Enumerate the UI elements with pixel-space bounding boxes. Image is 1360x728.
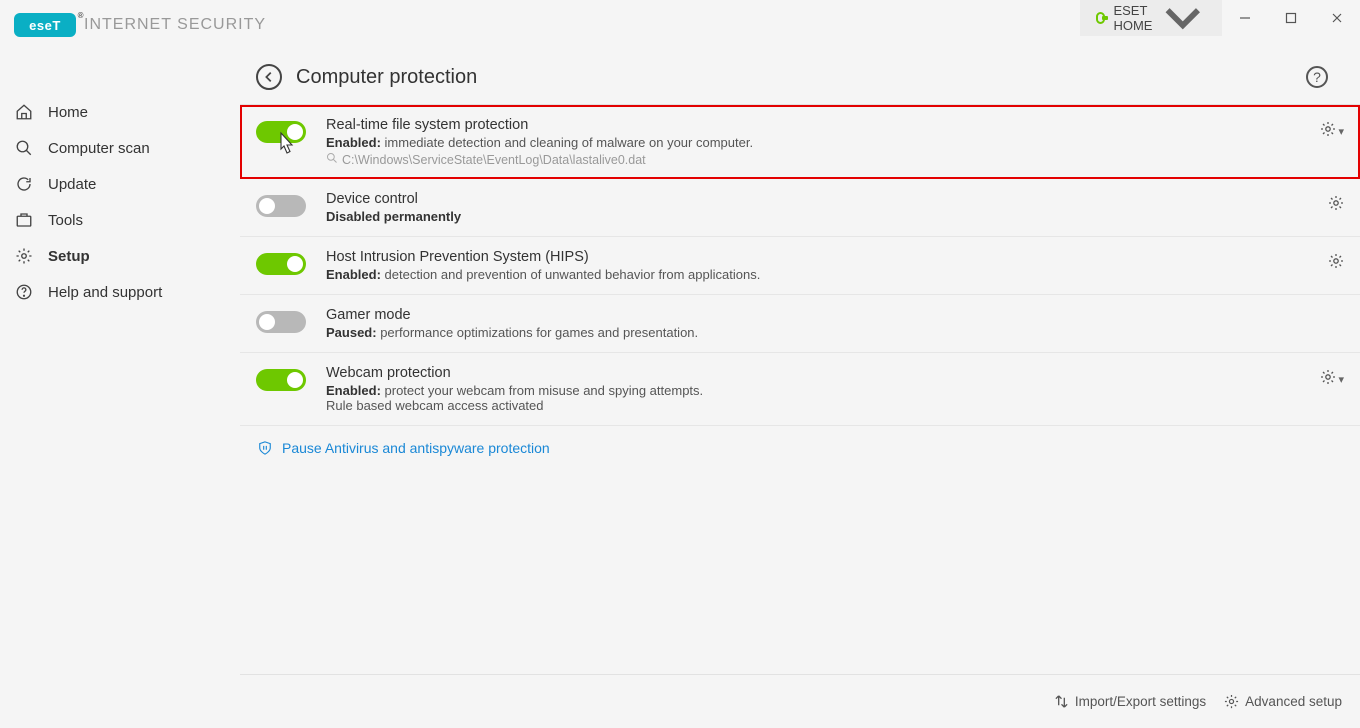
protection-row: Gamer mode Paused: performance optimizati… — [240, 295, 1360, 353]
advanced-setup-button[interactable]: Advanced setup — [1224, 694, 1342, 709]
protection-row: Device control Disabled permanently — [240, 179, 1360, 237]
sidebar: Home Computer scan Update Tools Setup He… — [0, 94, 240, 310]
advanced-setup-label: Advanced setup — [1245, 694, 1342, 709]
import-export-label: Import/Export settings — [1075, 694, 1206, 709]
briefcase-icon — [14, 211, 34, 229]
row-title: Gamer mode — [326, 307, 1344, 323]
sidebar-item-help[interactable]: Help and support — [0, 274, 240, 310]
row-title: Host Intrusion Prevention System (HIPS) — [326, 249, 1328, 265]
row-title: Real-time file system protection — [326, 117, 1320, 133]
toggle-switch[interactable] — [256, 121, 306, 143]
row-detail-text: C:\Windows\ServiceState\EventLog\Data\la… — [342, 153, 646, 167]
sidebar-item-home[interactable]: Home — [0, 94, 240, 130]
protection-row: Real-time file system protection Enabled:… — [240, 105, 1360, 179]
arrow-left-icon — [262, 70, 276, 84]
row-status: Enabled: detection and prevention of unw… — [326, 267, 1328, 282]
sidebar-item-label: Setup — [48, 248, 90, 265]
gear-icon — [14, 247, 34, 265]
pause-antivirus-link[interactable]: Pause Antivirus and antispyware protecti… — [240, 426, 1360, 470]
page-title: Computer protection — [296, 66, 477, 89]
titlebar-controls: ESET HOME — [1080, 0, 1360, 36]
row-status: Enabled: immediate detection and cleanin… — [326, 135, 1320, 150]
toggle-switch[interactable] — [256, 311, 306, 333]
eset-logo-icon: eseT — [14, 13, 76, 37]
row-detail: C:\Windows\ServiceState\EventLog\Data\la… — [326, 152, 1320, 167]
sidebar-item-setup[interactable]: Setup — [0, 238, 240, 274]
sidebar-item-update[interactable]: Update — [0, 166, 240, 202]
refresh-icon — [14, 175, 34, 193]
home-icon — [14, 103, 34, 121]
row-settings-button[interactable] — [1320, 121, 1336, 142]
shield-pause-icon — [258, 441, 272, 455]
main-panel: Computer protection ? Real-time file sys… — [240, 56, 1360, 674]
search-icon — [14, 139, 34, 157]
row-settings-button[interactable] — [1328, 195, 1344, 216]
brand-logo: eseT INTERNET SECURITY — [14, 13, 266, 37]
help-button[interactable]: ? — [1306, 66, 1328, 88]
eset-home-button[interactable]: ESET HOME — [1080, 0, 1222, 36]
pause-link-label: Pause Antivirus and antispyware protecti… — [282, 440, 550, 456]
chevron-down-icon — [1160, 0, 1206, 41]
sidebar-item-scan[interactable]: Computer scan — [0, 130, 240, 166]
toggle-switch[interactable] — [256, 369, 306, 391]
search-icon — [326, 152, 338, 167]
link-icon — [1096, 12, 1106, 24]
window-maximize-button[interactable] — [1268, 0, 1314, 36]
row-settings-button[interactable] — [1320, 369, 1336, 390]
row-status: Enabled: protect your webcam from misuse… — [326, 383, 1320, 398]
chevron-down-icon[interactable]: ▾ — [1338, 373, 1344, 386]
footer: Import/Export settings Advanced setup — [240, 674, 1360, 728]
toggle-switch[interactable] — [256, 195, 306, 217]
sidebar-item-label: Home — [48, 104, 88, 121]
sidebar-item-label: Help and support — [48, 284, 162, 301]
row-status: Paused: performance optimizations for ga… — [326, 325, 1344, 340]
row-status: Disabled permanently — [326, 209, 1328, 224]
sidebar-item-label: Computer scan — [48, 140, 150, 157]
main-header: Computer protection ? — [240, 56, 1360, 104]
toggle-switch[interactable] — [256, 253, 306, 275]
window-minimize-button[interactable] — [1222, 0, 1268, 36]
back-button[interactable] — [256, 64, 282, 90]
sidebar-item-tools[interactable]: Tools — [0, 202, 240, 238]
sidebar-item-label: Update — [48, 176, 96, 193]
row-extra: Rule based webcam access activated — [326, 398, 1320, 413]
row-title: Device control — [326, 191, 1328, 207]
transfer-icon — [1054, 694, 1069, 709]
gear-icon — [1224, 694, 1239, 709]
protection-row: Host Intrusion Prevention System (HIPS) E… — [240, 237, 1360, 295]
row-title: Webcam protection — [326, 365, 1320, 381]
row-settings-button[interactable] — [1328, 253, 1344, 274]
eset-home-label: ESET HOME — [1113, 3, 1152, 33]
help-icon — [14, 283, 34, 301]
protection-row: Webcam protection Enabled: protect your w… — [240, 353, 1360, 426]
chevron-down-icon[interactable]: ▾ — [1338, 125, 1344, 138]
product-name: INTERNET SECURITY — [84, 16, 266, 34]
window-close-button[interactable] — [1314, 0, 1360, 36]
sidebar-item-label: Tools — [48, 212, 83, 229]
import-export-button[interactable]: Import/Export settings — [1054, 694, 1206, 709]
